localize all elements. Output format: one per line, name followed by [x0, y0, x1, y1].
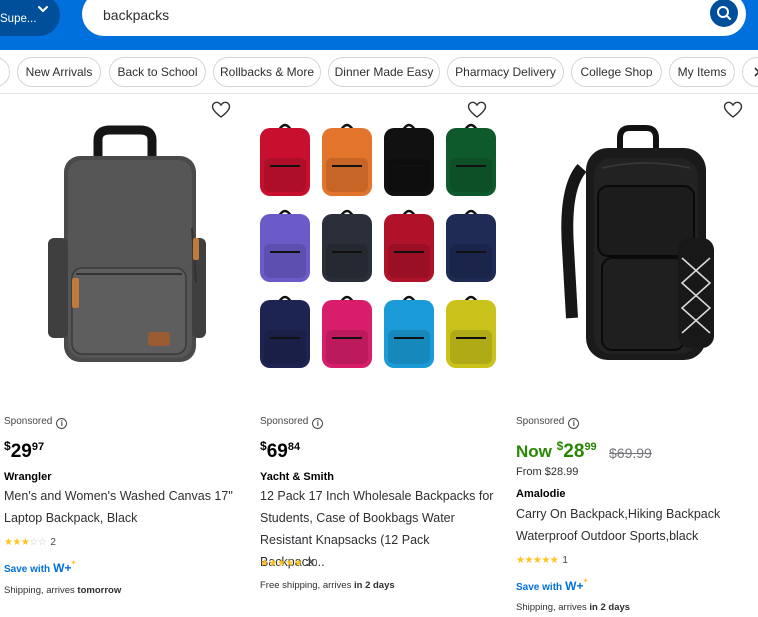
shipping-info: Shipping, arrives tomorrow	[4, 585, 122, 596]
product-card[interactable]: Sponsored i Now $2899 $69.99 From $28.99 …	[512, 94, 758, 617]
product-title[interactable]: Carry On Backpack,Hiking Backpack Waterp…	[516, 503, 752, 547]
chevron-right-icon	[754, 67, 758, 77]
top-header: Supe...	[0, 0, 758, 50]
search-input[interactable]	[103, 4, 663, 26]
nav-chip-back-to-school[interactable]: Back to School	[109, 57, 206, 87]
backpack-thumb	[322, 123, 372, 196]
from-price: From $28.99	[516, 466, 579, 478]
backpack-thumb	[384, 209, 434, 282]
info-icon[interactable]: i	[56, 418, 68, 429]
sponsored-label: Sponsored i	[260, 416, 324, 429]
price: $2997	[4, 439, 45, 462]
product-image[interactable]	[256, 108, 506, 398]
product-card[interactable]: Sponsored i $2997 Wrangler Men's and Wome…	[0, 94, 250, 617]
rollback-price: Now $2899	[516, 439, 597, 462]
nav-scroll-right-button[interactable]	[742, 57, 758, 87]
walmart-plus-badge: Save with W+ ✦	[516, 578, 589, 593]
backpack-thumb	[384, 123, 434, 196]
backpack-thumb	[260, 209, 310, 282]
backpack-thumb	[446, 209, 496, 282]
nav-chip-new-arrivals[interactable]: New Arrivals	[17, 57, 101, 87]
search-icon	[717, 6, 731, 20]
walmart-plus-icon: W+ ✦	[53, 560, 77, 575]
nav-chip-my-items[interactable]: My Items	[669, 57, 735, 87]
backpack-thumb	[446, 123, 496, 196]
nav-chip-pharmacy-delivery[interactable]: Pharmacy Delivery	[447, 57, 564, 87]
search-bar	[82, 0, 746, 36]
backpack-thumb	[384, 295, 434, 368]
store-label: Supe...	[0, 13, 37, 25]
category-nav: New Arrivals Back to School Rollbacks & …	[0, 50, 758, 94]
shipping-info: Free shipping, arrives in 2 days	[260, 580, 395, 591]
info-icon[interactable]: i	[568, 418, 580, 429]
product-title[interactable]: Men's and Women's Washed Canvas 17" Lapt…	[4, 485, 240, 529]
backpack-thumb	[260, 295, 310, 368]
rating-stars: ★★★★★ 20	[260, 558, 318, 569]
product-image[interactable]	[0, 108, 250, 398]
backpack-thumb	[260, 123, 310, 196]
rating-stars: ★★★☆☆ 2	[4, 537, 56, 548]
info-icon[interactable]: i	[312, 418, 324, 429]
nav-chip-partial-left[interactable]	[0, 57, 10, 87]
nav-chip-college-shop[interactable]: College Shop	[571, 57, 662, 87]
brand-name: Wrangler	[4, 471, 52, 483]
nav-chip-rollbacks[interactable]: Rollbacks & More	[213, 57, 321, 87]
walmart-plus-badge: Save with W+ ✦	[4, 560, 77, 575]
backpack-thumb	[322, 295, 372, 368]
brand-name: Yacht & Smith	[260, 471, 334, 483]
sponsored-label: Sponsored i	[4, 416, 68, 429]
price: $6984	[260, 439, 301, 462]
store-selector[interactable]: Supe...	[0, 0, 60, 36]
chevron-down-icon	[38, 6, 48, 12]
backpack-thumb	[446, 295, 496, 368]
walmart-plus-icon: W+ ✦	[565, 578, 589, 593]
product-image[interactable]	[512, 108, 758, 398]
brand-name: Amalodie	[516, 488, 566, 500]
product-card[interactable]: Sponsored i $6984 Yacht & Smith 12 Pack 1…	[256, 94, 506, 617]
rating-stars: ★★★★★ 1	[516, 555, 568, 566]
backpack-thumb	[322, 209, 372, 282]
search-button[interactable]	[710, 0, 738, 27]
shipping-info: Shipping, arrives in 2 days	[516, 602, 631, 613]
was-price: $69.99	[609, 445, 652, 461]
sponsored-label: Sponsored i	[516, 416, 580, 429]
nav-chip-dinner-made-easy[interactable]: Dinner Made Easy	[328, 57, 440, 87]
